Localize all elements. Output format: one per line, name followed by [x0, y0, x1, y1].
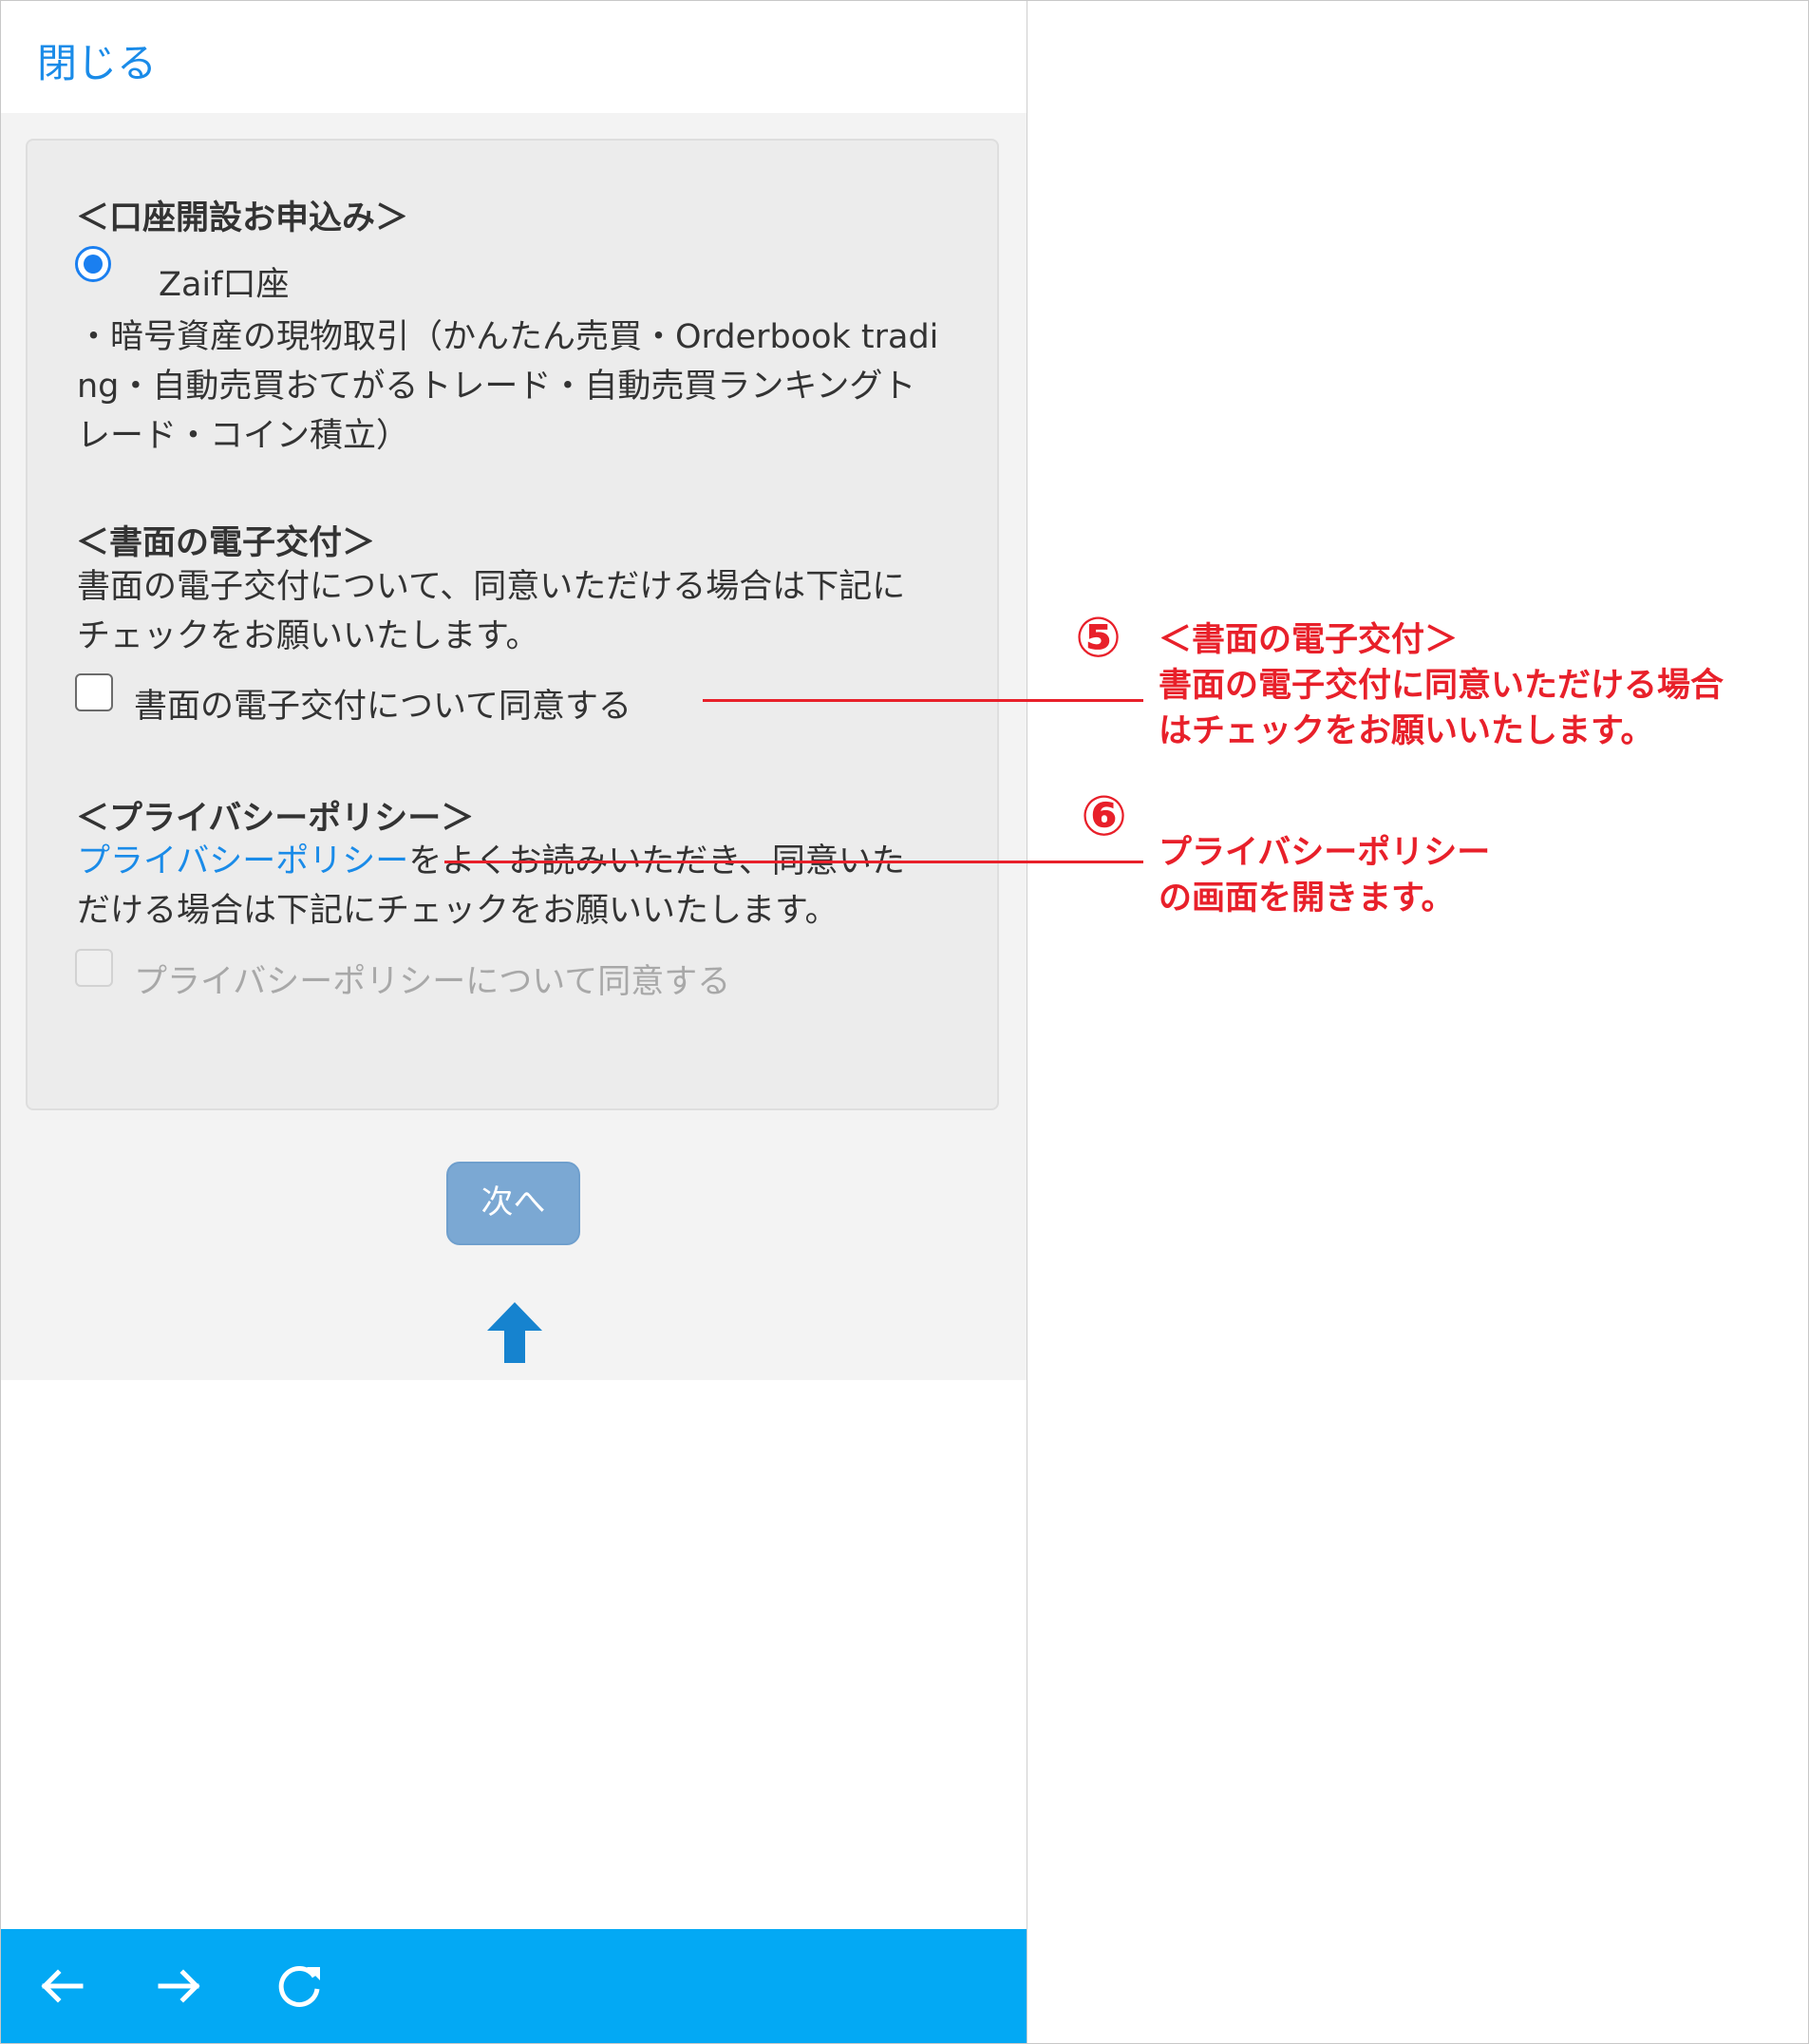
annotation-6-text: プライバシーポリシー の画面を開きます。: [1159, 830, 1490, 921]
zaif-account-radio[interactable]: [75, 246, 111, 282]
annotation-6-number: ⑥: [1081, 784, 1128, 848]
account-desc-line: レード・コイン積立）: [77, 417, 410, 455]
annotation-5-text: ＜書面の電子交付＞ 書面の電子交付に同意いただける場合 はチェックをお願いいたし…: [1159, 617, 1724, 754]
arrow-right-icon[interactable]: [151, 1958, 208, 2015]
privacy-agree-label: プライバシーポリシーについて同意する: [134, 963, 731, 1001]
account-desc-line: ・暗号資産の現物取引（かんたん売買・Orderbook tradi: [77, 318, 939, 356]
zaif-account-label: Zaif口座: [159, 266, 290, 304]
edelivery-agree-label[interactable]: 書面の電子交付について同意する: [134, 679, 631, 728]
close-link[interactable]: 閉じる: [37, 31, 157, 89]
arrow-up-icon: [487, 1302, 542, 1363]
annotation-line: プライバシーポリシー: [1159, 834, 1491, 872]
privacy-heading: ＜プライバシーポリシー＞: [76, 800, 475, 838]
app-window: 閉じる ＜口座開設お申込み＞ Zaif口座 ・暗号資産の現物取引（かんたん売買・…: [1, 1, 1027, 2043]
privacy-description: プライバシーポリシーをよくお読みいただき、同意いた だける場合は下記にチェックを…: [77, 837, 951, 936]
annotation-line: はチェックをお願いいたします。: [1159, 712, 1654, 750]
next-button[interactable]: 次へ: [446, 1162, 580, 1245]
privacy-desc-line: だける場合は下記にチェックをお願いいたします。: [77, 892, 839, 930]
edelivery-desc-line: チェックをお願いいたします。: [77, 617, 539, 655]
bottom-navigation-bar: [1, 1929, 1027, 2043]
account-heading: ＜口座開設お申込み＞: [76, 199, 409, 237]
edelivery-agree-checkbox[interactable]: [75, 673, 113, 711]
edelivery-description: 書面の電子交付について、同意いただける場合は下記に チェックをお願いいたします。: [77, 562, 951, 661]
annotation-6-leader-line: [444, 861, 1143, 863]
annotation-line: 書面の電子交付に同意いただける場合: [1159, 667, 1724, 705]
edelivery-desc-line: 書面の電子交付について、同意いただける場合は下記に: [77, 568, 906, 606]
top-bar: 閉じる: [1, 1, 1027, 113]
arrow-left-icon[interactable]: [33, 1958, 90, 2015]
annotation-5-leader-line: [703, 699, 1143, 702]
privacy-policy-link[interactable]: プライバシーポリシー: [77, 842, 408, 880]
privacy-agree-checkbox[interactable]: [75, 949, 113, 987]
annotation-line: ＜書面の電子交付＞: [1159, 621, 1459, 659]
annotation-line: の画面を開きます。: [1159, 880, 1455, 918]
account-desc-line: ng・自動売買おてがるトレード・自動売買ランキングト: [77, 368, 916, 406]
radio-selected-dot: [84, 255, 103, 274]
account-description: ・暗号資産の現物取引（かんたん売買・Orderbook tradi ng・自動売…: [77, 312, 951, 461]
annotation-5-number: ⑤: [1075, 605, 1122, 670]
reload-icon[interactable]: [271, 1958, 328, 2015]
edelivery-heading: ＜書面の電子交付＞: [76, 524, 376, 562]
